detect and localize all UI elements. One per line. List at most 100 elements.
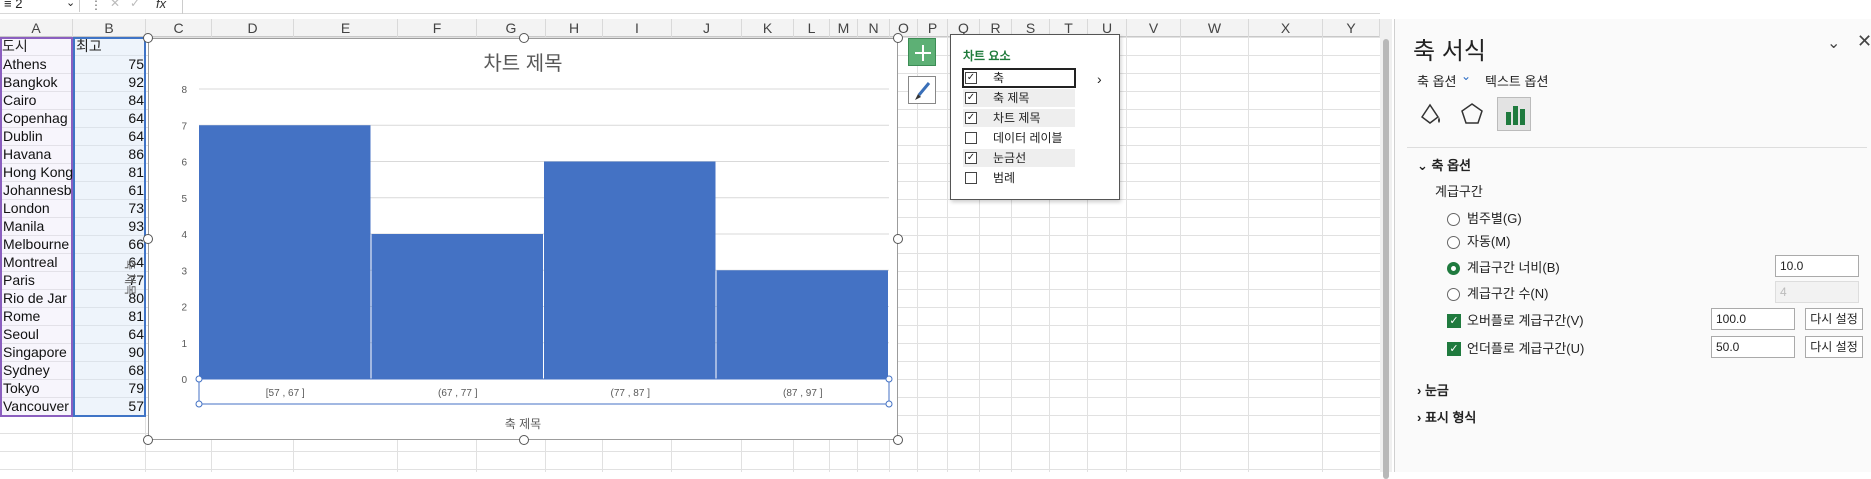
cell-city[interactable]: Singapore: [3, 343, 73, 361]
chevron-down-icon[interactable]: ⌄: [1827, 33, 1840, 53]
column-header-p[interactable]: P: [918, 19, 948, 37]
cell-city[interactable]: Johannesb: [3, 181, 73, 199]
histogram-bar[interactable]: [716, 270, 889, 379]
chevron-right-icon[interactable]: ›: [1097, 71, 1102, 87]
column-header-i[interactable]: I: [603, 19, 672, 37]
cell-city[interactable]: Seoul: [3, 325, 73, 343]
tab-axis-options[interactable]: 축 옵션: [1417, 71, 1457, 90]
enter-icon[interactable]: ✓: [130, 0, 140, 10]
cell-city[interactable]: Rome: [3, 307, 73, 325]
radio-circle[interactable]: [1447, 236, 1460, 249]
chart-element-item[interactable]: ✓ 축: [962, 68, 1076, 88]
chevron-down-icon[interactable]: ⌄: [66, 0, 75, 9]
overflow-input[interactable]: 100.0: [1711, 308, 1795, 330]
fill-line-icon[interactable]: [1413, 97, 1447, 131]
radio-circle[interactable]: [1447, 288, 1460, 301]
cell-city[interactable]: Cairo: [3, 91, 73, 109]
cell-value[interactable]: 86: [76, 145, 144, 163]
axis-handle[interactable]: [885, 375, 893, 383]
histogram-bar[interactable]: [199, 125, 371, 379]
axis-handle[interactable]: [195, 400, 203, 408]
column-header-m[interactable]: M: [830, 19, 858, 37]
column-header-j[interactable]: J: [672, 19, 742, 37]
column-header-l[interactable]: L: [794, 19, 830, 37]
cell-city[interactable]: Sydney: [3, 361, 73, 379]
cell-city[interactable]: Tokyo: [3, 379, 73, 397]
checkbox[interactable]: ✓: [965, 72, 977, 84]
checkbox[interactable]: ✓: [965, 92, 977, 104]
tab-text-options[interactable]: 텍스트 옵션: [1485, 71, 1548, 90]
checkbox[interactable]: ✓: [965, 152, 977, 164]
column-header-w[interactable]: W: [1181, 19, 1249, 37]
column-header-d[interactable]: D: [212, 19, 294, 37]
cell-city[interactable]: Bangkok: [3, 73, 73, 91]
checkbox[interactable]: [965, 132, 977, 144]
section-axis-options[interactable]: ⌄ 축 옵션: [1417, 155, 1471, 174]
chevron-down-icon[interactable]: ⌄: [1461, 69, 1471, 83]
cell-value[interactable]: 61: [76, 181, 144, 199]
cell-city[interactable]: Athens: [3, 55, 73, 73]
column-header-a[interactable]: A: [0, 19, 73, 37]
column-header-b[interactable]: B: [73, 19, 146, 37]
axis-options-icon[interactable]: [1497, 97, 1531, 131]
axis-handle[interactable]: [885, 400, 893, 408]
histogram-chart[interactable]: 차트 제목 0 1 2 3 4 5 6 7 8 [57 , 67 ] (67 , 77 ] (77 ,…: [123, 33, 903, 445]
cell-value[interactable]: 68: [76, 361, 144, 379]
column-header-k[interactable]: K: [742, 19, 794, 37]
cell-city[interactable]: Montreal: [3, 253, 73, 271]
cell-value[interactable]: 66: [76, 235, 144, 253]
cell-value[interactable]: 90: [76, 343, 144, 361]
chart-element-item[interactable]: ✓ 차트 제목: [963, 109, 1075, 127]
cell-value[interactable]: 81: [76, 307, 144, 325]
chart-styles-button[interactable]: [908, 76, 936, 104]
column-header-n[interactable]: N: [858, 19, 890, 37]
cell-city[interactable]: London: [3, 199, 73, 217]
histogram-bar[interactable]: [371, 234, 544, 379]
cell-value[interactable]: 64: [76, 127, 144, 145]
cell-city[interactable]: Copenhag: [3, 109, 73, 127]
cell-value[interactable]: 84: [76, 91, 144, 109]
insert-function-icon[interactable]: fx: [156, 0, 166, 11]
cell-value[interactable]: 79: [76, 379, 144, 397]
y-axis-title[interactable]: 축 제목: [122, 259, 139, 295]
section-tick-marks[interactable]: › 눈금: [1417, 380, 1449, 399]
reset-overflow-button[interactable]: 다시 설정: [1805, 308, 1863, 330]
axis-handle[interactable]: [195, 375, 203, 383]
chart-element-item[interactable]: ✓ 축 제목: [963, 89, 1075, 107]
bin-width-input[interactable]: 10.0: [1775, 255, 1859, 277]
underflow-input[interactable]: 50.0: [1711, 336, 1795, 358]
cell-value[interactable]: 57: [76, 397, 144, 415]
cell-city[interactable]: Hong Kong: [3, 163, 73, 181]
column-header-g[interactable]: G: [477, 19, 546, 37]
formula-input[interactable]: [182, 0, 1372, 14]
chart-element-item[interactable]: ✓ 눈금선: [963, 149, 1075, 167]
cell-a1[interactable]: 도시: [2, 37, 28, 55]
cell-city[interactable]: Rio de Jar: [3, 289, 73, 307]
cell-city[interactable]: Melbourne: [3, 235, 73, 253]
section-number-format[interactable]: › 표시 형식: [1417, 407, 1476, 426]
column-header-e[interactable]: E: [294, 19, 398, 37]
cell-city[interactable]: Manila: [3, 217, 73, 235]
cell-city[interactable]: Paris: [3, 271, 73, 289]
cell-city[interactable]: Havana: [3, 145, 73, 163]
x-axis-title[interactable]: 축 제목: [149, 415, 897, 432]
reset-underflow-button[interactable]: 다시 설정: [1805, 336, 1863, 358]
scrollbar-thumb[interactable]: [1383, 39, 1389, 479]
chart-elements-button[interactable]: [908, 38, 936, 66]
cancel-icon[interactable]: ✕: [110, 0, 120, 10]
cell-value[interactable]: 64: [76, 109, 144, 127]
column-header-x[interactable]: X: [1249, 19, 1323, 37]
checkmark-icon[interactable]: ✓: [1447, 342, 1461, 356]
effects-icon[interactable]: [1455, 97, 1489, 131]
cell-city[interactable]: Vancouver: [3, 397, 73, 415]
cell-value[interactable]: 92: [76, 73, 144, 91]
radio-circle[interactable]: [1447, 213, 1460, 226]
column-header-c[interactable]: C: [146, 19, 212, 37]
cell-city[interactable]: Dublin: [3, 127, 73, 145]
close-icon[interactable]: ✕: [1857, 31, 1871, 52]
histogram-bar[interactable]: [544, 161, 716, 380]
cell-value[interactable]: 75: [76, 55, 144, 73]
cell-b1[interactable]: 최고: [76, 37, 102, 55]
chart-element-item[interactable]: 범례: [963, 169, 1075, 187]
chart-element-item[interactable]: 데이터 레이블: [963, 129, 1075, 147]
